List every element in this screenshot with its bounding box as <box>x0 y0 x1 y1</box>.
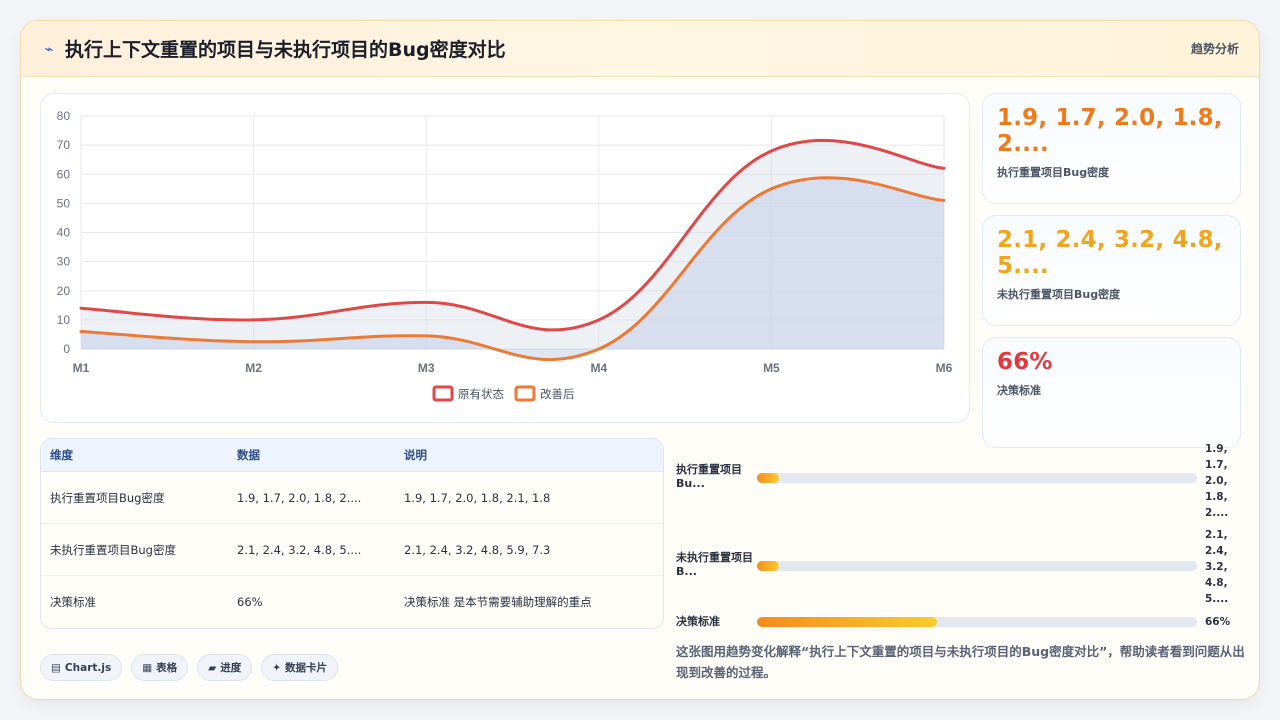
progress-track <box>757 561 1197 571</box>
y-tick-label: 80 <box>57 109 71 123</box>
table-cell: 决策标准 <box>50 595 96 609</box>
progress-fill <box>757 473 779 483</box>
stat-card-no-reset-density: 2.1, 2.4, 3.2, 4.8, 5.... 未执行重置项目Bug密度 <box>982 215 1241 326</box>
table-header-row: 维度 数据 说明 <box>41 439 663 472</box>
table-row: 执行重置项目Bug密度 1.9, 1.7, 2.0, 1.8, 2.... 1.… <box>41 472 663 524</box>
progress-track <box>757 617 1197 627</box>
pill-table[interactable]: ▦ 表格 <box>131 654 189 681</box>
chart-description: 这张图用趋势变化解释“执行上下文重置的项目与未执行项目的Bug密度对比”，帮助读… <box>676 644 1245 680</box>
table-icon: ▦ <box>142 661 153 674</box>
stat-card-reset-density: 1.9, 1.7, 2.0, 1.8, 2.... 执行重置项目Bug密度 <box>982 93 1241 204</box>
y-tick-label: 10 <box>57 313 71 327</box>
stat-value: 2.1, 2.4, 3.2, 4.8, 5.... <box>997 227 1223 279</box>
chart-icon: ▤ <box>51 661 61 674</box>
pill-label: 数据卡片 <box>285 662 328 674</box>
table-row: 决策标准 66% 决策标准 是本节需要辅助理解的重点 <box>41 576 663 628</box>
line-chart: 0 10 20 30 40 50 60 70 80 M1 M2 M3 M4 M5 M6 原有状态 改善后 <box>57 109 953 402</box>
pill-label: 表格 <box>156 662 178 674</box>
x-tick-label: M4 <box>590 361 607 375</box>
stat-card-decision: 66% 决策标准 <box>982 337 1241 448</box>
data-table: 维度 数据 说明 执行重置项目Bug密度 1.9, 1.7, 2.0, 1.8,… <box>40 438 664 629</box>
stat-value: 66% <box>997 349 1053 375</box>
pill-progress[interactable]: ▰ 进度 <box>197 654 253 681</box>
y-tick-label: 20 <box>57 284 71 298</box>
progress-fill <box>757 561 779 571</box>
x-tick-label: M6 <box>936 361 953 375</box>
progress-value: 1.9, 1.7, 2.0, 1.8, 2.... <box>1205 443 1229 519</box>
progress-value: 2.1, 2.4, 3.2, 4.8, 5.... <box>1205 529 1229 605</box>
progress-fill <box>757 617 938 627</box>
sparkle-icon: ✦ <box>272 661 282 674</box>
pill-label: 进度 <box>220 662 242 674</box>
x-tick-label: M2 <box>245 361 262 375</box>
y-tick-label: 70 <box>57 138 71 152</box>
progress-item-decision: 决策标准 66% <box>676 614 1236 634</box>
progress-label: 执行重置项目Bu... <box>676 463 742 490</box>
progress-label: 未执行重置项目B... <box>676 551 753 578</box>
column-header: 数据 <box>237 448 260 462</box>
table-cell: 1.9, 1.7, 2.0, 1.8, 2.... <box>237 490 362 505</box>
progress-item-reset: 执行重置项目Bu... 1.9, 1.7, 2.0, 1.8, 2.... <box>676 441 1236 521</box>
y-tick-label: 30 <box>57 255 71 269</box>
x-tick-label: M3 <box>418 361 435 375</box>
stat-value: 1.9, 1.7, 2.0, 1.8, 2.... <box>997 105 1223 157</box>
table-cell: 决策标准 是本节需要辅助理解的重点 <box>404 595 592 609</box>
table-cell: 66% <box>237 595 263 609</box>
y-tick-label: 40 <box>57 226 71 240</box>
page-title: 执行上下文重置的项目与未执行项目的Bug密度对比 <box>65 39 506 61</box>
title-group: ⌁ 执行上下文重置的项目与未执行项目的Bug密度对比 <box>41 35 506 62</box>
pill-data-card[interactable]: ✦ 数据卡片 <box>261 654 339 681</box>
chart-panel: 0 10 20 30 40 50 60 70 80 M1 M2 M3 M4 M5 M6 原有状态 改善后 <box>40 93 970 423</box>
progress-item-no-reset: 未执行重置项目B... 2.1, 2.4, 3.2, 4.8, 5.... <box>676 527 1236 607</box>
stat-label: 决策标准 <box>997 383 1041 397</box>
trend-icon: ⌁ <box>44 39 54 58</box>
x-tick-label: M1 <box>73 361 90 375</box>
main-card: ⌁ 执行上下文重置的项目与未执行项目的Bug密度对比 趋势分析 0 10 20 30 4… <box>20 20 1260 700</box>
progress-icon: ▰ <box>208 661 217 674</box>
legend-swatch <box>432 385 454 402</box>
table-cell: 执行重置项目Bug密度 <box>50 490 165 505</box>
table-cell: 2.1, 2.4, 3.2, 4.8, 5.... <box>237 542 362 557</box>
y-tick-label: 60 <box>57 167 71 181</box>
legend-label: 改善后 <box>540 387 575 401</box>
stat-label: 执行重置项目Bug密度 <box>997 165 1110 179</box>
table-cell: 1.9, 1.7, 2.0, 1.8, 2.1, 1.8 <box>404 490 551 505</box>
pill-label: Chart.js <box>64 661 112 674</box>
column-header: 维度 <box>50 448 73 462</box>
legend-label: 原有状态 <box>458 387 504 401</box>
pill-chartjs[interactable]: ▤ Chart.js <box>40 654 123 681</box>
progress-track <box>757 473 1197 483</box>
progress-label: 决策标准 <box>676 615 720 628</box>
table-cell: 未执行重置项目Bug密度 <box>50 542 176 557</box>
table-row: 未执行重置项目Bug密度 2.1, 2.4, 3.2, 4.8, 5.... 2… <box>41 524 663 576</box>
stat-label: 未执行重置项目Bug密度 <box>997 287 1121 301</box>
header-tag: 趋势分析 <box>1190 42 1239 56</box>
legend-swatch <box>514 385 536 402</box>
column-header: 说明 <box>404 448 427 462</box>
progress-value: 66% <box>1205 616 1231 628</box>
table-cell: 2.1, 2.4, 3.2, 4.8, 5.9, 7.3 <box>404 542 551 557</box>
tag-pills: ▤ Chart.js ▦ 表格 ▰ 进度 ✦ 数据卡片 <box>40 654 339 681</box>
header: ⌁ 执行上下文重置的项目与未执行项目的Bug密度对比 趋势分析 <box>21 21 1259 77</box>
y-tick-label: 0 <box>63 342 70 356</box>
x-tick-label: M5 <box>763 361 780 375</box>
y-tick-label: 50 <box>57 196 71 210</box>
